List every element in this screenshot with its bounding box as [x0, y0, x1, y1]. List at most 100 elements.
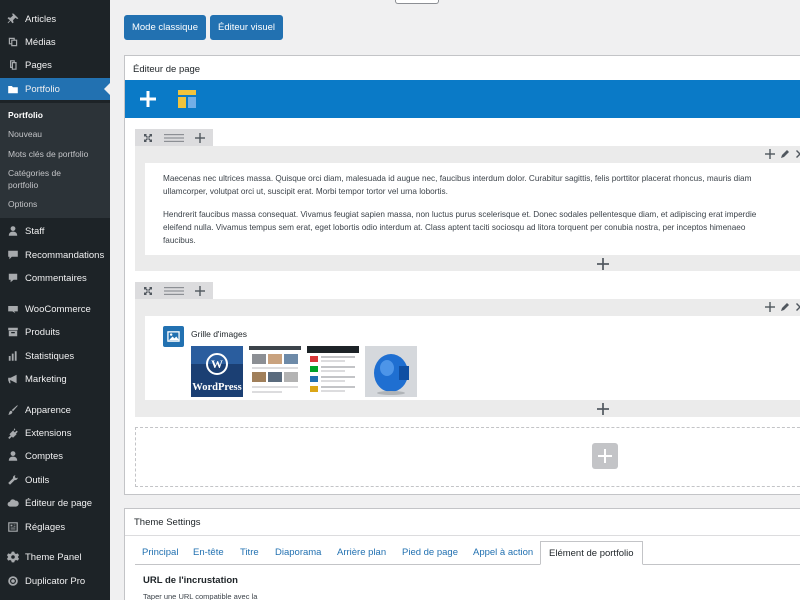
edit-pencil-icon[interactable] [780, 149, 790, 159]
layout-icon[interactable] [178, 90, 196, 108]
sidebar-item-staff[interactable]: Staff [0, 220, 110, 242]
expand-icon[interactable] [135, 129, 161, 146]
gear-icon [6, 550, 20, 564]
sidebar-item-label: Statistiques [25, 350, 75, 362]
thumbnail-wordpress-text: WordPress [192, 382, 241, 393]
sidebar-item-label: Médias [25, 36, 56, 48]
submenu-options[interactable]: Options [8, 198, 106, 210]
tab-pied-de-page[interactable]: Pied de page [402, 547, 458, 564]
sidebar-item-reglages[interactable]: Réglages [0, 516, 110, 538]
sidebar-item-label: Staff [25, 225, 45, 237]
close-icon[interactable] [795, 149, 800, 159]
tab-titre[interactable]: Titre [240, 547, 259, 564]
close-icon[interactable] [795, 302, 800, 312]
sidebar-item-label: WooCommerce [25, 303, 91, 315]
submenu-mots-cles[interactable]: Mots clés de portfolio [8, 148, 106, 160]
sidebar-item-comptes[interactable]: Comptes [0, 445, 110, 467]
media-icon [6, 35, 20, 49]
sidebar-item-produits[interactable]: Produits [0, 321, 110, 343]
edit-pencil-icon[interactable] [780, 302, 790, 312]
sidebar-item-theme-panel[interactable]: Theme Panel [0, 546, 110, 568]
submenu-categories[interactable]: Catégories de portfolio [8, 167, 78, 191]
expand-icon[interactable] [135, 282, 161, 299]
add-module-icon[interactable] [597, 403, 609, 415]
sidebar-item-marketing[interactable]: Marketing [0, 368, 110, 390]
sidebar-item-duplicator-pro[interactable]: Duplicator Pro [0, 570, 110, 592]
text-module[interactable]: Maecenas nec ultrices massa. Quisque orc… [145, 163, 800, 255]
add-column-icon[interactable] [187, 129, 213, 146]
sidebar-item-label: Theme Panel [25, 551, 82, 563]
sidebar-item-label: Portfolio [25, 83, 60, 95]
add-row-icon[interactable] [592, 443, 618, 469]
sidebar-item-pages[interactable]: Pages [0, 54, 110, 76]
paintbrush-icon [6, 403, 20, 417]
tab-element-de-portfolio[interactable]: Elément de portfolio [540, 541, 643, 565]
wrench-icon [6, 473, 20, 487]
sidebar-item-portfolio[interactable]: Portfolio [0, 78, 110, 100]
add-icon[interactable] [765, 302, 775, 312]
add-icon[interactable] [765, 149, 775, 159]
archive-icon [6, 325, 20, 339]
sidebar-item-medias[interactable]: Médias [0, 31, 110, 53]
pushpin-icon [6, 12, 20, 26]
sidebar-item-outils[interactable]: Outils [0, 469, 110, 491]
sidebar-item-label: Recommandations [25, 249, 105, 261]
row-2: Grille d'images W WordPress [135, 299, 800, 417]
sidebar-item-editeur-de-page[interactable]: Éditeur de page [0, 492, 110, 514]
visual-editor-button[interactable]: Éditeur visuel [210, 15, 283, 40]
woo-icon [6, 302, 20, 316]
duplicator-icon [6, 574, 20, 588]
add-module-icon[interactable] [597, 258, 609, 270]
user-icon [6, 224, 20, 238]
add-row-icon[interactable] [137, 88, 159, 110]
chart-bar-icon [6, 349, 20, 363]
add-column-icon[interactable] [187, 282, 213, 299]
comment-icon [6, 271, 20, 285]
drag-handle-icon[interactable] [161, 282, 187, 299]
text-paragraph-2-line-1: Hendrerit faucibus massa consequat. Viva… [163, 210, 757, 219]
sidebar-item-commentaires[interactable]: Commentaires [0, 267, 110, 289]
text-paragraph-1-line-2: ullamcorper, volutpat orci ut, suscipit … [163, 187, 448, 196]
sidebar-item-label: Éditeur de page [25, 497, 93, 509]
field-label: URL de l'incrustation [143, 575, 238, 586]
svg-text:W: W [211, 357, 223, 371]
empty-row-dropzone[interactable] [135, 427, 800, 487]
sidebar-item-label: Extensions [25, 427, 72, 439]
users-icon [6, 449, 20, 463]
image-icon [163, 326, 184, 347]
sidebar-item-label: Pages [25, 59, 52, 71]
sidebar-item-label: Duplicator Pro [25, 575, 86, 587]
sidebar-item-articles[interactable]: Articles [0, 8, 110, 30]
sidebar-item-apparence[interactable]: Apparence [0, 399, 110, 421]
tab-principal[interactable]: Principal [142, 547, 178, 564]
sidebar-item-statistiques[interactable]: Statistiques [0, 345, 110, 367]
tab-arriere-plan[interactable]: Arrière plan [337, 547, 386, 564]
module-2-tools [765, 302, 800, 312]
tab-en-tete[interactable]: En-tête [193, 547, 224, 564]
sidebar-item-label: Outils [25, 474, 50, 486]
row-1: Maecenas nec ultrices massa. Quisque orc… [135, 146, 800, 271]
drag-handle-icon[interactable] [161, 129, 187, 146]
pages-icon [6, 58, 20, 72]
sidebar-item-woocommerce[interactable]: WooCommerce [0, 298, 110, 320]
settings-title: Theme Settings [134, 517, 201, 528]
sidebar-item-label: Comptes [25, 450, 64, 462]
portfolio-submenu: Portfolio Nouveau Mots clés de portfolio… [0, 103, 110, 218]
thumbnail-website-1 [249, 346, 301, 397]
sidebar-item-label: Articles [25, 13, 57, 25]
image-grid-module[interactable]: Grille d'images W WordPress [145, 316, 800, 400]
classic-mode-button[interactable]: Mode classique [124, 15, 206, 40]
cloud-icon [6, 496, 20, 510]
text-paragraph-2-line-2: eleifend nulla. Vivamus tempus sem erat,… [163, 223, 746, 232]
row-2-handle [135, 282, 213, 299]
tab-appel-a-action[interactable]: Appel à action [473, 547, 533, 564]
sidebar-item-extensions[interactable]: Extensions [0, 422, 110, 444]
sidebar-item-recommandations[interactable]: Recommandations [0, 244, 110, 266]
tab-diaporama[interactable]: Diaporama [275, 547, 321, 564]
submenu-portfolio[interactable]: Portfolio [8, 109, 106, 121]
submenu-nouveau[interactable]: Nouveau [8, 128, 106, 140]
thumbnail-website-2 [307, 346, 359, 397]
sidebar-item-label: Produits [25, 326, 60, 338]
theme-settings-box: Theme Settings Principal En-tête Titre D… [124, 508, 800, 600]
megaphone-icon [6, 372, 20, 386]
